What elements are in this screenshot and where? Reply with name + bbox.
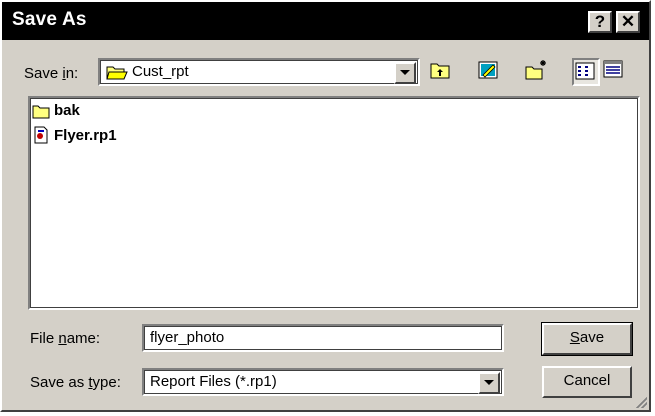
list-item-label: bak <box>54 102 80 119</box>
folder-open-icon <box>106 66 128 80</box>
current-folder-name: Cust_rpt <box>132 63 189 80</box>
file-list[interactable]: bak Flyer.rp1 <box>28 96 640 310</box>
new-folder-icon <box>525 60 546 80</box>
window-title: Save As <box>12 9 87 30</box>
file-name-input[interactable]: flyer_photo <box>142 324 504 352</box>
file-name-value: flyer_photo <box>150 329 225 346</box>
file-name-label: File name: <box>30 330 101 347</box>
resize-grip[interactable] <box>633 394 647 408</box>
details-view-button[interactable] <box>602 58 630 86</box>
folder-icon <box>32 105 50 118</box>
help-button[interactable]: ? <box>588 11 612 33</box>
details-view-icon <box>603 60 623 78</box>
desktop-button[interactable] <box>476 58 504 86</box>
save-as-type-select[interactable]: Report Files (*.rp1) <box>142 368 504 396</box>
save-as-type-label: Save as type: <box>30 374 121 391</box>
desktop-icon <box>478 61 498 79</box>
save-in-dropdown-arrow[interactable] <box>394 62 416 84</box>
save-as-dialog: Save As ? ✕ Save in: Cust_rpt bak Flyer.… <box>0 0 651 412</box>
save-as-type-value: Report Files (*.rp1) <box>150 373 277 390</box>
list-item-label: Flyer.rp1 <box>54 126 117 144</box>
list-item[interactable]: Flyer.rp1 <box>32 126 117 144</box>
list-view-button[interactable] <box>572 58 600 86</box>
title-bar[interactable]: Save As ? ✕ <box>2 2 649 40</box>
save-in-label: Save in: <box>24 65 79 82</box>
save-button[interactable]: Save <box>541 322 633 356</box>
close-button[interactable]: ✕ <box>616 11 640 33</box>
up-one-level-button[interactable] <box>428 58 456 86</box>
report-file-icon <box>34 126 48 144</box>
save-as-type-dropdown-arrow[interactable] <box>478 372 500 394</box>
list-item[interactable]: bak <box>32 102 80 119</box>
cancel-button[interactable]: Cancel <box>542 366 632 398</box>
list-view-icon <box>575 62 595 80</box>
save-in-combobox[interactable]: Cust_rpt <box>98 58 420 86</box>
new-folder-button[interactable] <box>524 58 552 86</box>
up-folder-icon <box>430 63 450 79</box>
